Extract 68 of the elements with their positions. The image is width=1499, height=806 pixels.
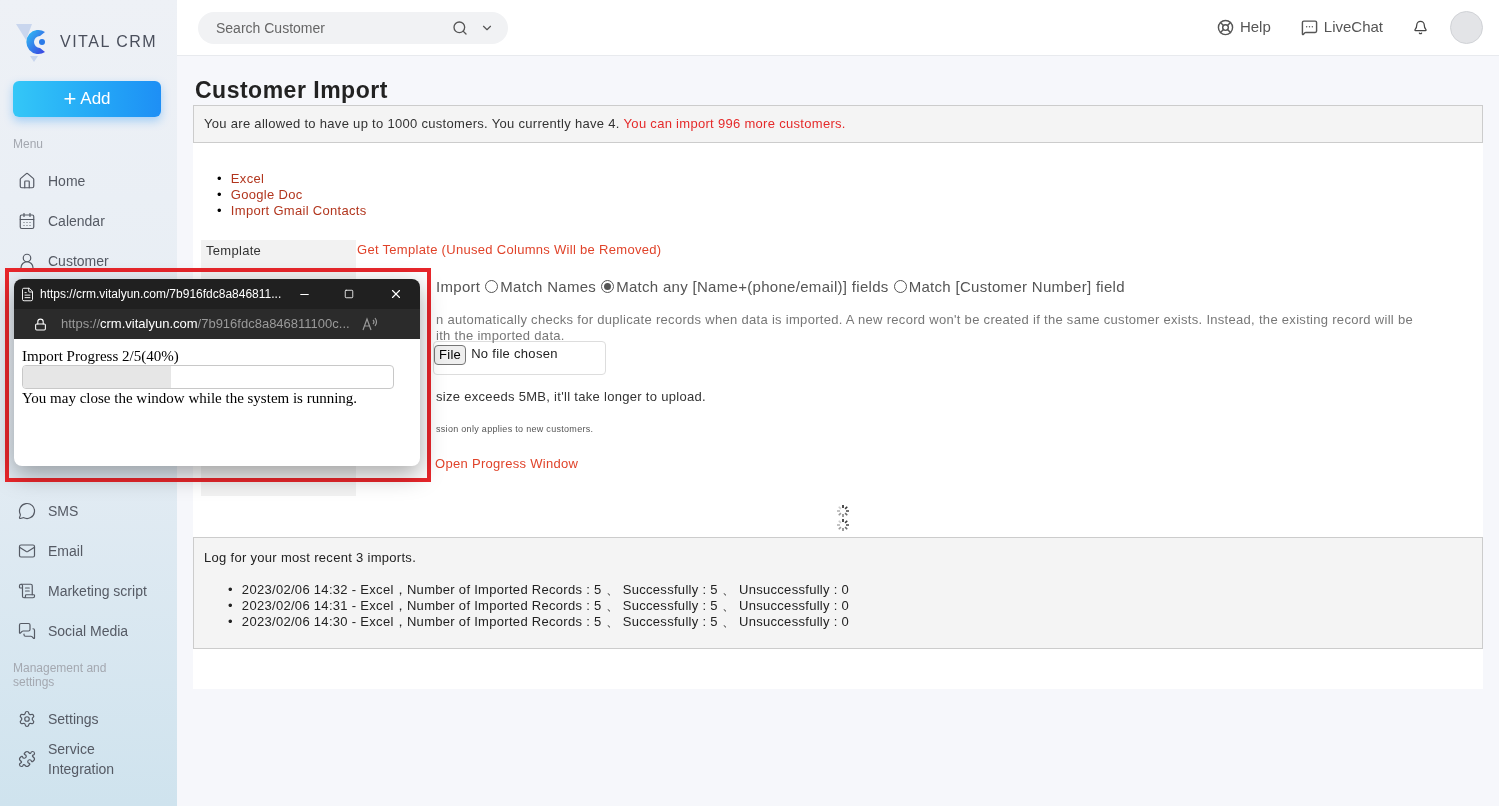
spinner-icon <box>836 518 850 532</box>
permission-note: ssion only applies to new customers. <box>436 422 595 436</box>
source-link[interactable]: Excel <box>230 171 265 187</box>
close-icon[interactable] <box>389 287 403 301</box>
file-status: No file chosen <box>471 345 558 363</box>
search-field[interactable]: Search Customer <box>198 11 508 44</box>
field-label: Template <box>206 242 263 260</box>
envelope-icon <box>18 542 36 560</box>
description-text: n automatically checks for duplicate records when data is imported. A new record won't be created if the same customer exists. Instead, the existing record will be <box>436 312 1414 328</box>
size-note: size exceeds 5MB, it'll take longer to upload. <box>436 388 707 406</box>
bullet: • <box>217 187 222 203</box>
sidebar-item[interactable]: Settings <box>13 699 164 739</box>
maximize-icon[interactable] <box>344 289 354 299</box>
source-link[interactable]: Google Doc <box>230 187 303 203</box>
settings-icon <box>18 710 36 728</box>
brand-name: VITAL CRM <box>60 32 158 52</box>
calendar-icon <box>18 212 36 230</box>
source-link[interactable]: Import Gmail Contacts <box>230 203 367 219</box>
address-url[interactable]: https://crm.vitalyun.com/7b916fdc8a846811100c... <box>61 314 350 334</box>
description-text: ith the imported data. <box>436 328 566 344</box>
header-link[interactable]: Help <box>1216 16 1271 39</box>
bullet: • <box>228 581 233 598</box>
quota-banner: You are allowed to have up to 1000 customers. You currently have 4. You can import 996 more customers. <box>193 105 1483 143</box>
puzzle-icon <box>18 750 36 768</box>
sidebar-item[interactable]: Customer <box>13 241 164 281</box>
section-heading: Menu <box>13 137 45 151</box>
bullet: • <box>228 597 233 614</box>
header-link[interactable]: LiveChat <box>1300 16 1383 39</box>
person-icon <box>18 252 36 270</box>
bullet: • <box>228 613 233 630</box>
spinner-icon <box>836 504 850 518</box>
section-heading: Management and settings <box>13 661 108 689</box>
sidebar-item[interactable]: Home <box>13 161 164 201</box>
sidebar-item[interactable]: Social Media <box>13 611 164 651</box>
radio-option[interactable]: Match [Customer Number] field <box>893 275 1125 298</box>
template-link[interactable]: Get Template (Unused Columns Will be Removed) <box>357 240 1483 260</box>
progress-label: Import Progress 2/5(40%) <box>22 347 180 365</box>
radio-option[interactable]: Match Names <box>485 275 597 298</box>
rule-option-label: Import <box>436 276 481 297</box>
sidebar-item[interactable]: Marketing script <box>13 571 164 611</box>
scroll-icon <box>18 582 36 600</box>
chat-bubbles-icon <box>18 622 36 640</box>
radio-option[interactable]: Match any [Name+(phone/email)] fields <box>601 275 889 298</box>
window-title: https://crm.vitalyun.com/7b916fdc8a846811... <box>40 286 282 303</box>
read-aloud-icon[interactable] <box>361 317 378 331</box>
sidebar-item[interactable]: Service Integration <box>13 739 164 779</box>
log-entry: 2023/02/06 14:30 - Excel，Number of Imported Records : 5 、 Successfully : 5 、 Unsuccessfully : 0 <box>241 613 850 630</box>
lifebuoy-icon <box>1216 19 1234 36</box>
bell-icon[interactable] <box>1413 20 1428 35</box>
sidebar-item[interactable]: Calendar <box>13 201 164 241</box>
page-icon <box>20 286 35 302</box>
lock-icon <box>34 317 47 331</box>
page-title: Customer Import <box>195 76 389 105</box>
sidebar-item[interactable]: Email <box>13 531 164 571</box>
quota-highlight: You can import 996 more customers. <box>623 115 846 134</box>
bullet: • <box>217 171 222 187</box>
log-entry: 2023/02/06 14:31 - Excel，Number of Imported Records : 5 、 Successfully : 5 、 Unsuccessfully : 0 <box>241 597 850 614</box>
chat-icon <box>1300 19 1318 36</box>
log-heading: Log for your most recent 3 imports. <box>204 549 418 567</box>
sidebar-item[interactable]: SMS <box>13 491 164 531</box>
chat-bubble-icon <box>18 502 36 520</box>
home-icon <box>18 172 36 190</box>
log-entry: 2023/02/06 14:32 - Excel，Number of Imported Records : 5 、 Successfully : 5 、 Unsuccessfully : 0 <box>241 581 850 598</box>
search-icon[interactable] <box>452 19 468 36</box>
progress-window-link[interactable]: Open Progress Window <box>435 454 1483 474</box>
bullet: • <box>217 203 222 219</box>
choose-file-button[interactable]: File <box>434 345 467 365</box>
progress-note: You may close the window while the system is running. <box>22 389 359 407</box>
